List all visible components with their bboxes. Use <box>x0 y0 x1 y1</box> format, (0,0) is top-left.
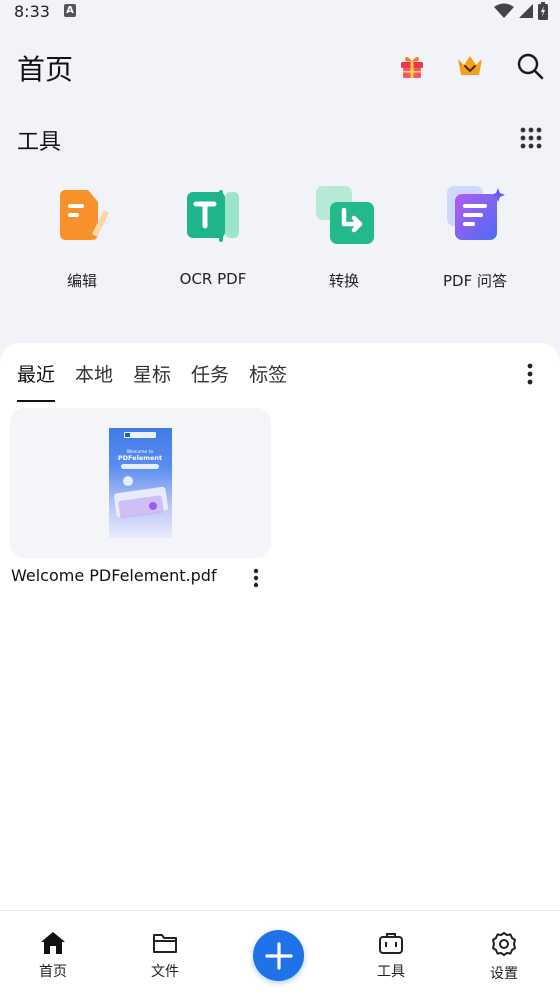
tab-tasks[interactable]: 任务 <box>191 360 229 402</box>
gift-button[interactable] <box>394 48 430 84</box>
thumb-brand: PDFelement <box>118 454 162 462</box>
tool-edit[interactable]: 编辑 <box>22 180 142 291</box>
battery-icon <box>538 2 548 20</box>
nav-label: 文件 <box>151 964 179 980</box>
add-button[interactable] <box>253 930 304 981</box>
nav-label: 设置 <box>490 966 518 982</box>
all-tools-button[interactable] <box>514 121 548 155</box>
convert-icon <box>308 180 380 252</box>
folder-icon <box>153 934 177 953</box>
tool-convert[interactable]: 转换 <box>284 180 404 291</box>
nav-label: 首页 <box>39 964 67 980</box>
plus-icon <box>264 941 293 970</box>
grid-dots-icon <box>520 127 542 149</box>
nav-label: 工具 <box>377 964 405 980</box>
edit-doc-icon <box>46 180 118 252</box>
nav-files[interactable]: 文件 <box>125 931 205 981</box>
file-more-button[interactable] <box>244 565 268 591</box>
tab-local[interactable]: 本地 <box>75 360 113 402</box>
tool-ocr-pdf[interactable]: OCR PDF <box>153 180 273 288</box>
status-bar: 8:33 A <box>0 0 560 24</box>
file-card[interactable]: Welcome to PDFelement <box>10 408 271 558</box>
nav-settings[interactable]: 设置 <box>464 931 544 983</box>
tool-label: OCR PDF <box>179 270 247 288</box>
tool-pdf-qa[interactable]: PDF 问答 <box>415 180 535 291</box>
more-vertical-icon <box>253 568 259 588</box>
vip-button[interactable] <box>452 48 488 84</box>
ai-chat-doc-icon <box>439 180 511 252</box>
gift-icon <box>401 56 423 78</box>
bottom-nav: 首页 文件 工具 设置 <box>0 910 560 997</box>
settings-icon <box>492 932 516 956</box>
cell-signal-icon <box>519 4 533 18</box>
tab-tags[interactable]: 标签 <box>249 360 287 402</box>
search-button[interactable] <box>512 48 548 84</box>
file-thumbnail: Welcome to PDFelement <box>109 428 172 538</box>
tool-label: 编辑 <box>66 272 97 290</box>
tab-recent[interactable]: 最近 <box>17 360 56 402</box>
search-icon <box>517 53 544 80</box>
file-name[interactable]: Welcome PDFelement.pdf <box>11 566 217 585</box>
status-time: 8:33 <box>14 2 50 21</box>
crown-icon <box>458 56 482 75</box>
file-tabs: 最近 本地 星标 任务 标签 <box>17 360 287 402</box>
toolbox-icon <box>379 933 403 954</box>
tabs-more-button[interactable] <box>518 359 542 389</box>
nav-home[interactable]: 首页 <box>13 931 93 981</box>
files-panel: 最近 本地 星标 任务 标签 Welcome to PDFelement Wel… <box>0 343 560 910</box>
home-icon <box>41 932 65 954</box>
wifi-icon <box>494 3 514 18</box>
tools-section-title: 工具 <box>17 130 62 155</box>
notification-a-icon: A <box>64 4 76 17</box>
tab-starred[interactable]: 星标 <box>133 360 171 402</box>
tool-label: PDF 问答 <box>443 272 507 290</box>
page-title: 首页 <box>17 53 74 86</box>
status-indicators <box>494 2 548 20</box>
tool-label: 转换 <box>328 272 359 290</box>
more-vertical-icon <box>527 363 533 385</box>
ocr-text-icon <box>177 180 249 252</box>
nav-tools[interactable]: 工具 <box>351 931 431 981</box>
